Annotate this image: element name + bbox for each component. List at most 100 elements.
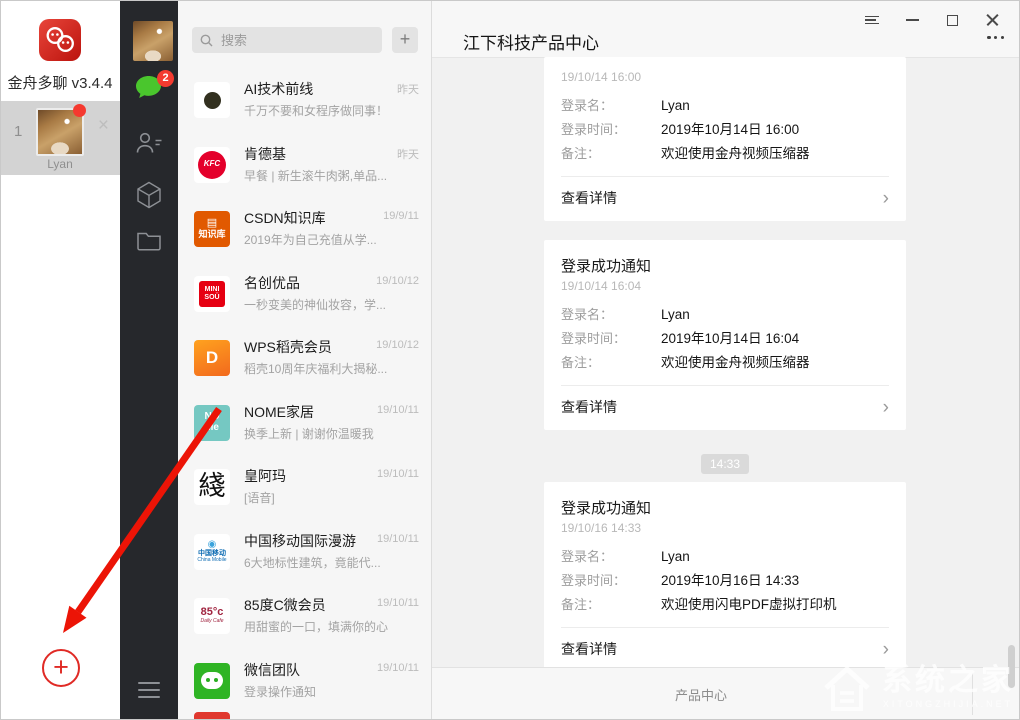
view-details-label: 查看详情 xyxy=(561,188,617,208)
chat-avatar-inner: MINISOÜ xyxy=(199,281,225,307)
footer-menu-product-center[interactable]: 产品中心 xyxy=(432,685,970,704)
card-field-row: 备注：欢迎使用闪电PDF虚拟打印机 xyxy=(561,593,889,617)
chat-name: 微信团队 xyxy=(244,660,300,680)
card-field-row: 备注：欢迎使用金舟视频压缩器 xyxy=(561,142,889,166)
notification-card: 19/10/14 16:00 登录名：Lyan登录时间：2019年10月14日 … xyxy=(544,57,906,221)
chat-avatar-inner: 85°cDaily Cafe xyxy=(194,598,230,634)
chat-list-item[interactable]: KFC 肯德基 昨天 早餐 | 新生滚牛肉粥,单品... xyxy=(178,133,431,198)
app-logo-icon xyxy=(39,19,81,61)
chat-time: 19/10/12 xyxy=(376,275,419,287)
card-field-row: 登录时间：2019年10月16日 14:33 xyxy=(561,569,889,593)
add-account-button[interactable]: + xyxy=(42,649,80,687)
add-chat-button[interactable]: + xyxy=(392,27,418,53)
chat-preview: 2019年为自己充值从学... xyxy=(244,231,420,248)
account-row-lyan[interactable]: 1 × Lyan xyxy=(0,101,120,175)
notification-dot xyxy=(73,104,86,117)
chat-list-item[interactable]: 微信团队 19/10/11 登录操作通知 xyxy=(178,649,431,714)
account-close-icon[interactable]: × xyxy=(98,116,109,135)
card-date: 19/10/16 14:33 xyxy=(561,521,889,535)
card-title: 登录成功通知 xyxy=(561,240,889,276)
chat-list-item[interactable]: D WPS稻壳会员 19/10/12 稻壳10周年庆福利大揭秘... xyxy=(178,326,431,391)
nav-files[interactable] xyxy=(120,228,178,252)
view-details-label: 查看详情 xyxy=(561,639,617,659)
chat-list-item[interactable]: 綫 皇阿玛 19/10/11 [语音] xyxy=(178,455,431,520)
cube-icon xyxy=(135,180,163,210)
account-name: Lyan xyxy=(0,157,120,171)
contacts-icon xyxy=(134,130,164,156)
partial-next-row-avatar xyxy=(194,712,230,720)
chat-avatar: D xyxy=(194,340,230,376)
card-field-row: 登录名：Lyan xyxy=(561,303,889,327)
view-details-link[interactable]: 查看详情 › xyxy=(561,177,889,221)
card-title: 登录成功通知 xyxy=(561,482,889,518)
chat-preview: 6大地标性建筑，竟能代... xyxy=(244,554,420,571)
chat-time: 19/10/11 xyxy=(377,404,419,416)
minimize-button[interactable] xyxy=(892,9,932,31)
title-bar: 江下科技产品中心 xyxy=(432,0,1020,58)
chat-list-item[interactable]: AI技术前线 昨天 千万不要和女程序做同事！ xyxy=(178,68,431,133)
unread-badge: 2 xyxy=(157,70,174,87)
card-field-row: 登录名：Lyan xyxy=(561,545,889,569)
nav-menu-icon[interactable] xyxy=(138,682,160,703)
chat-avatar: 85°cDaily Cafe xyxy=(194,598,230,634)
view-details-label: 查看详情 xyxy=(561,397,617,417)
chat-avatar: ▤知识库 xyxy=(194,211,230,247)
nav-contacts[interactable] xyxy=(120,130,178,156)
chat-avatar-inner: ◉中国移动China Mobile xyxy=(194,534,230,570)
chat-avatar-inner: 綫 xyxy=(194,469,230,505)
notification-card: 登录成功通知 19/10/14 16:04 登录名：Lyan登录时间：2019年… xyxy=(544,240,906,430)
card-field-row: 登录名：Lyan xyxy=(561,94,889,118)
folder-icon xyxy=(135,228,163,252)
chat-name: NOME家居 xyxy=(244,402,314,422)
chat-name: 85度C微会员 xyxy=(244,595,326,615)
chat-list-item[interactable]: MINISOÜ 名创优品 19/10/12 一秒变美的神仙妆容，学... xyxy=(178,262,431,327)
view-details-link[interactable]: 查看详情 › xyxy=(561,386,889,430)
lines-menu-icon xyxy=(865,13,879,26)
scrollbar-thumb[interactable] xyxy=(1008,645,1015,688)
search-box[interactable] xyxy=(192,27,382,53)
chat-name: WPS稻壳会员 xyxy=(244,337,332,357)
chat-time: 19/10/11 xyxy=(377,533,419,545)
footer-divider xyxy=(972,673,973,715)
chat-time: 19/9/11 xyxy=(383,210,419,222)
chat-avatar: NŌMe xyxy=(194,405,230,441)
chat-avatar-inner: KFC xyxy=(198,151,226,179)
chat-avatar-inner: ▤知识库 xyxy=(194,211,230,247)
nav-rail: 2 xyxy=(120,0,178,720)
accounts-panel: 金舟多聊 v3.4.4 1 × Lyan + xyxy=(0,0,120,720)
chat-avatar-inner: NŌMe xyxy=(194,405,230,441)
notification-card: 登录成功通知 19/10/16 14:33 登录名：Lyan登录时间：2019年… xyxy=(544,482,906,668)
time-divider: 14:33 xyxy=(701,454,749,474)
more-options-icon[interactable] xyxy=(987,36,1004,39)
search-input[interactable] xyxy=(219,32,363,49)
window-controls xyxy=(852,9,1012,31)
user-avatar[interactable] xyxy=(133,21,173,61)
chat-preview: 用甜蜜的一口，填满你的心 xyxy=(244,618,420,635)
chat-time: 19/10/12 xyxy=(376,339,419,351)
chat-preview: 登录操作通知 xyxy=(244,683,420,700)
chat-preview: 千万不要和女程序做同事！ xyxy=(244,102,420,119)
card-fields: 登录名：Lyan登录时间：2019年10月14日 16:04备注：欢迎使用金舟视… xyxy=(561,303,889,375)
maximize-button[interactable] xyxy=(932,9,972,31)
chat-preview: [语音] xyxy=(244,489,420,506)
card-field-row: 登录时间：2019年10月14日 16:00 xyxy=(561,118,889,142)
search-icon xyxy=(200,34,213,47)
chat-name: 名创优品 xyxy=(244,273,300,293)
chat-avatar-inner xyxy=(204,92,221,109)
nav-collections[interactable] xyxy=(120,180,178,210)
conversation-title: 江下科技产品中心 xyxy=(463,29,599,54)
chat-list-item[interactable]: ▤知识库 CSDN知识库 19/9/11 2019年为自己充值从学... xyxy=(178,197,431,262)
chat-time: 昨天 xyxy=(397,81,419,97)
chat-list-item[interactable]: 85°cDaily Cafe 85度C微会员 19/10/11 用甜蜜的一口，填… xyxy=(178,584,431,649)
chat-list-item[interactable]: ◉中国移动China Mobile 中国移动国际漫游 19/10/11 6大地标… xyxy=(178,520,431,585)
chat-avatar: 綫 xyxy=(194,469,230,505)
chat-list-item[interactable]: NŌMe NOME家居 19/10/11 换季上新 | 谢谢你温暖我 xyxy=(178,391,431,456)
chat-list-panel: + AI技术前线 昨天 千万不要和女程序做同事！ KFC 肯德基 昨天 早餐 |… xyxy=(178,0,431,720)
card-date: 19/10/14 16:00 xyxy=(561,70,889,84)
chat-time: 昨天 xyxy=(397,146,419,162)
chat-preview: 稻壳10周年庆福利大揭秘... xyxy=(244,360,420,377)
chat-name: 中国移动国际漫游 xyxy=(244,531,356,551)
view-details-link[interactable]: 查看详情 › xyxy=(561,628,889,668)
window-menu-button[interactable] xyxy=(852,9,892,31)
close-button[interactable] xyxy=(972,9,1012,31)
